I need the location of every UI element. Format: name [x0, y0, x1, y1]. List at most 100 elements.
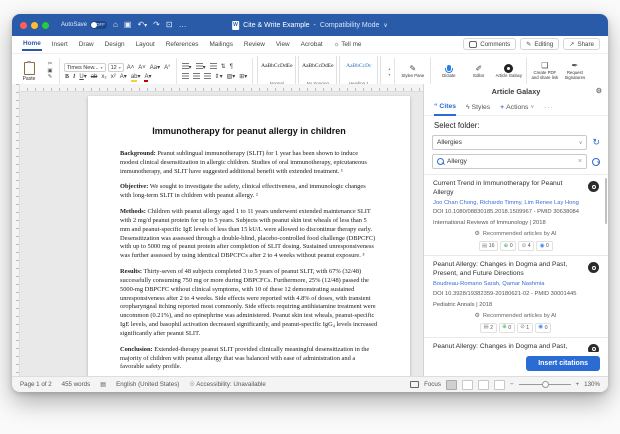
ai-recommend-row[interactable]: ⚙Recommended articles by AI — [433, 313, 598, 319]
contrasting-badge[interactable]: ◉0 — [536, 241, 552, 251]
zoom-out-icon[interactable]: − — [510, 381, 514, 388]
highlight-color-icon[interactable]: ab▾ — [130, 74, 142, 80]
zoom-slider-knob[interactable] — [542, 381, 549, 388]
print-icon[interactable]: ⊡ — [166, 21, 173, 29]
web-layout-view-button[interactable] — [462, 380, 473, 390]
font-size-select[interactable]: 12▾ — [108, 63, 124, 72]
tab-view[interactable]: View — [275, 39, 291, 50]
undo-dropdown-icon[interactable]: ▾ — [144, 23, 147, 29]
align-right-icon[interactable] — [203, 73, 212, 81]
tab-draw[interactable]: Draw — [78, 39, 95, 50]
citations-badge[interactable]: ▤2 — [480, 323, 497, 333]
insert-citations-button[interactable]: Insert citations — [526, 356, 600, 371]
proofing-book-icon[interactable]: ▤ — [100, 381, 106, 388]
tab-design[interactable]: Design — [104, 39, 126, 50]
shrink-font-icon[interactable]: A˅ — [137, 65, 147, 71]
paste-button[interactable]: Paste — [16, 56, 42, 87]
font-color-icon[interactable]: A▾ — [143, 74, 152, 80]
more-options-icon[interactable]: ··· — [544, 104, 554, 111]
mentioning-badge[interactable]: ⊘1 — [517, 323, 533, 333]
request-signatures-button[interactable]: ✒ Request Signatures — [561, 56, 588, 87]
clear-search-icon[interactable]: × — [578, 158, 582, 165]
sort-icon[interactable]: ⇅ — [220, 64, 227, 70]
tab-styles[interactable]: ϟStyles — [466, 99, 490, 115]
show-marks-icon[interactable]: ¶ — [229, 64, 234, 70]
article-card[interactable]: Peanut Allergy: Changes in Dogma and Pas… — [424, 256, 608, 337]
create-pdf-button[interactable]: ❏ Create PDF and share link — [531, 56, 558, 87]
focus-label[interactable]: Focus — [424, 381, 441, 388]
change-case-icon[interactable]: Aa▾ — [149, 65, 161, 71]
tab-insert[interactable]: Insert — [51, 39, 69, 50]
tab-acrobat[interactable]: Acrobat — [300, 39, 324, 50]
print-layout-view-button[interactable] — [446, 380, 457, 390]
style-heading-2[interactable]: AaBbCcDc Heading 2 — [380, 56, 385, 87]
tab-cites[interactable]: “Cites — [434, 98, 456, 116]
ai-recommend-row[interactable]: ⚙Recommended articles by AI — [433, 231, 598, 237]
article-galaxy-badge-icon[interactable] — [588, 181, 599, 192]
tab-actions-menu[interactable]: +Actions∨ — [500, 99, 534, 115]
close-window-button[interactable] — [20, 22, 27, 29]
styles-pane-button[interactable]: ✎ Styles Pane — [399, 56, 426, 87]
comments-button[interactable]: Comments — [463, 38, 516, 50]
clear-formatting-icon[interactable]: A° — [163, 65, 171, 71]
search-submit-icon[interactable] — [592, 158, 600, 166]
editor-button[interactable]: ✐ Editor — [465, 56, 492, 87]
article-authors[interactable]: Boudreau-Romano Sarah, Qamar Nashmia — [433, 281, 598, 289]
numbering-icon[interactable]: ▾ — [195, 63, 207, 71]
title-chevron-icon[interactable]: ∨ — [383, 23, 387, 29]
tab-layout[interactable]: Layout — [135, 39, 156, 50]
home-icon[interactable]: ⌂ — [113, 21, 118, 29]
draft-view-button[interactable] — [494, 380, 505, 390]
multilevel-list-icon[interactable] — [209, 63, 218, 71]
shading-icon[interactable]: ▨▾ — [226, 74, 237, 80]
strikethrough-button[interactable]: ab — [90, 74, 99, 80]
word-count[interactable]: 455 words — [62, 381, 91, 388]
text-effects-icon[interactable]: A▾ — [119, 74, 128, 80]
borders-icon[interactable]: ⊞▾ — [238, 74, 248, 80]
accessibility-status[interactable]: ☉ Accessibility: Unavailable — [189, 381, 265, 388]
supporting-badge[interactable]: ⊕0 — [500, 241, 516, 251]
share-button[interactable]: ↗Share — [563, 38, 600, 50]
cut-icon[interactable]: ✂ — [45, 62, 55, 68]
align-center-icon[interactable] — [192, 73, 201, 81]
zoom-window-button[interactable] — [42, 22, 49, 29]
format-painter-icon[interactable]: ✎ — [45, 75, 55, 81]
more-commands-icon[interactable]: … — [179, 21, 187, 29]
tab-home[interactable]: Home — [22, 38, 42, 51]
article-card[interactable]: Current Trend in Immunotherapy for Peanu… — [424, 175, 608, 256]
underline-button[interactable]: U▾ — [78, 74, 87, 80]
page-count[interactable]: Page 1 of 2 — [20, 381, 52, 388]
bold-button[interactable]: B — [64, 74, 70, 80]
tab-mailings[interactable]: Mailings — [208, 39, 233, 50]
folder-select[interactable]: Allergies∨ — [432, 135, 587, 150]
minimize-window-button[interactable] — [31, 22, 38, 29]
results-list[interactable]: Current Trend in Immunotherapy for Peanu… — [424, 174, 608, 352]
article-authors[interactable]: Joo Chan Chong, Richardo Timmy, Lim Rene… — [433, 200, 598, 208]
outline-view-button[interactable] — [478, 380, 489, 390]
zoom-in-icon[interactable]: + — [576, 381, 580, 388]
language-label[interactable]: English (United States) — [116, 381, 179, 388]
grow-font-icon[interactable]: A˄ — [126, 65, 136, 71]
tab-review[interactable]: Review — [243, 39, 266, 50]
mentioning-badge[interactable]: ⊘4 — [518, 241, 534, 251]
zoom-level[interactable]: 130% — [584, 381, 600, 388]
tab-references[interactable]: References — [165, 39, 200, 50]
styles-gallery-scroll[interactable]: ▴▾ — [388, 56, 390, 87]
autosave-switch[interactable]: OFF — [90, 21, 107, 29]
search-input[interactable]: Allergy × — [432, 154, 587, 169]
style-no-spacing[interactable]: AaBbCcDdEe No Spacing — [298, 56, 337, 87]
dictate-button[interactable]: Dictate — [435, 56, 462, 87]
article-card[interactable]: Peanut Allergy: Changes in Dogma and Pas… — [424, 338, 608, 352]
supporting-badge[interactable]: ⊕0 — [499, 323, 515, 333]
subscript-button[interactable]: x₂ — [100, 74, 107, 80]
line-spacing-icon[interactable]: ⇕▾ — [214, 74, 224, 80]
tab-tell-me[interactable]: ☼ Tell me — [333, 39, 363, 50]
italic-button[interactable]: I — [72, 74, 76, 80]
autosave-toggle[interactable]: AutoSave OFF — [61, 21, 107, 29]
bullets-icon[interactable]: ▾ — [181, 63, 193, 71]
document-page[interactable]: Immunotherapy for peanut allergy in chil… — [88, 96, 410, 377]
article-galaxy-badge-icon[interactable] — [588, 262, 599, 273]
undo-icon[interactable]: ↶▾ — [137, 21, 147, 29]
redo-icon[interactable]: ↷ — [153, 21, 160, 29]
superscript-button[interactable]: x² — [110, 74, 117, 80]
